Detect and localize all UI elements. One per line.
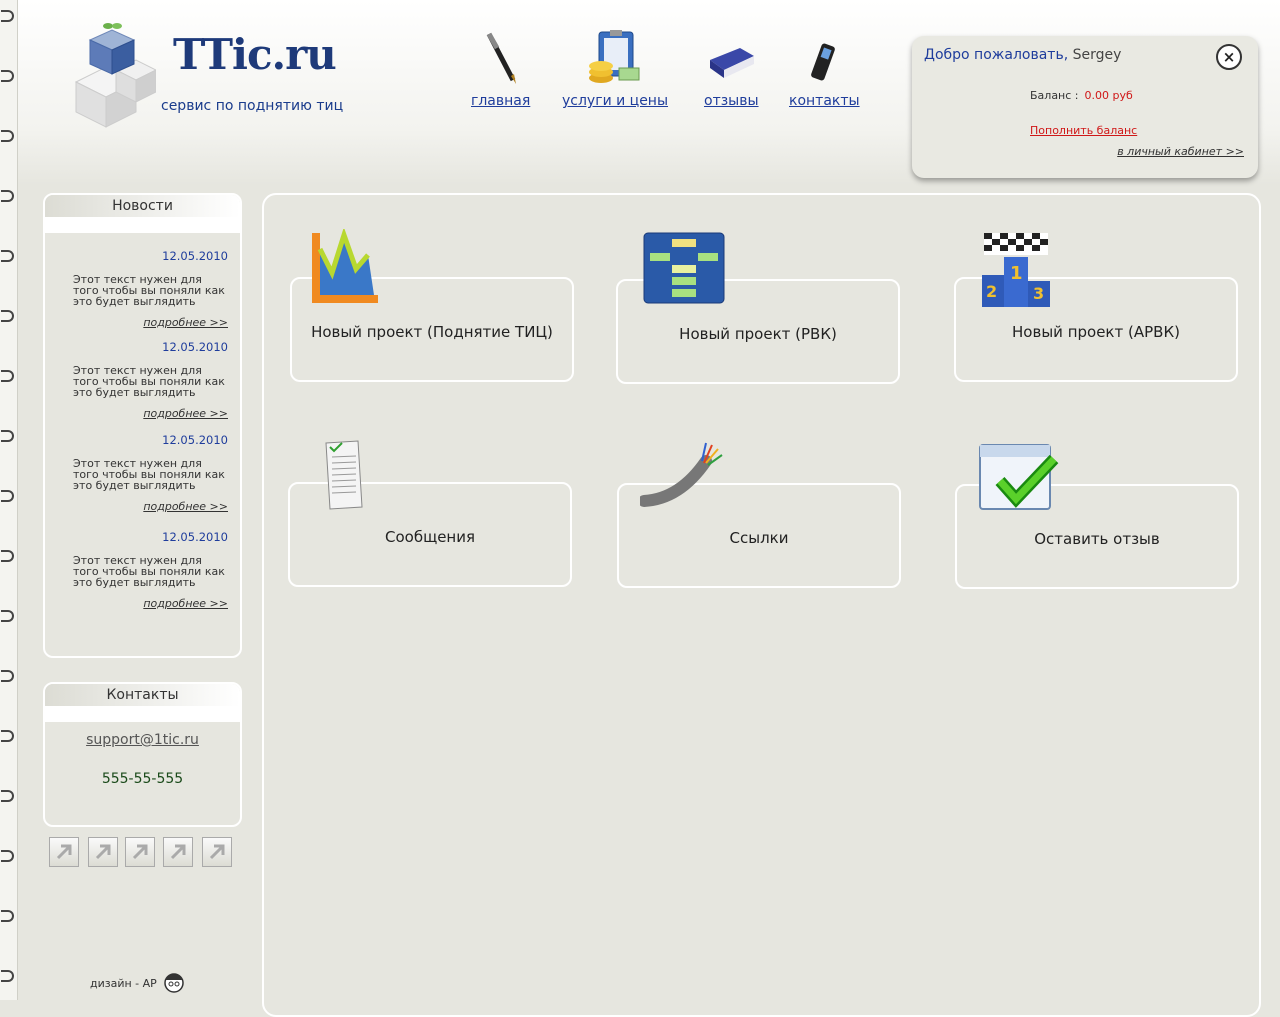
news-item: 12.05.2010 Этот текст нужен для того что…: [73, 530, 228, 610]
nav-home-link[interactable]: главная: [471, 93, 530, 109]
share-arrow-icon[interactable]: [202, 837, 232, 867]
welcome-greeting: Добро пожаловать, Sergey: [924, 47, 1121, 63]
spiral-ring: [1, 10, 14, 22]
card-label: Новый проект (Поднятие ТИЦ): [311, 323, 553, 341]
phone-icon: [811, 43, 836, 81]
nav-contacts-link[interactable]: контакты: [789, 93, 860, 109]
contacts-panel: Контакты support@1tic.ru 555-55-555: [43, 682, 242, 827]
news-date: 12.05.2010: [162, 530, 228, 544]
svg-text:2: 2: [986, 282, 997, 301]
card-label: Новый проект (РВК): [679, 325, 837, 343]
nav-reviews-link[interactable]: отзывы: [704, 93, 759, 109]
spiral-binding: [0, 0, 18, 1000]
card-label: Новый проект (АРВК): [1012, 323, 1180, 341]
structure-icon: [643, 232, 725, 304]
nav-home[interactable]: главная: [471, 30, 530, 109]
svg-text:3: 3: [1033, 284, 1044, 303]
chart-icon: [312, 229, 378, 303]
news-text: Этот текст нужен для того чтобы вы понял…: [73, 554, 225, 589]
nav-contacts[interactable]: контакты: [789, 30, 860, 109]
news-text: Этот текст нужен для того чтобы вы понял…: [73, 273, 225, 308]
personal-cabinet-link[interactable]: в личный кабинет >>: [1117, 145, 1244, 158]
spiral-ring: [1, 70, 14, 82]
designer-face-icon: [164, 973, 184, 993]
spiral-ring: [1, 610, 14, 622]
main-panel: Новый проект (Поднятие ТИЦ) Новый проект…: [262, 193, 1261, 1017]
share-arrow-icon[interactable]: [49, 837, 79, 867]
spiral-ring: [1, 670, 14, 682]
pen-icon: [486, 32, 516, 84]
spiral-ring: [1, 430, 14, 442]
card-label: Сообщения: [384, 528, 475, 546]
nav-services-link[interactable]: услуги и цены: [562, 93, 668, 109]
card-label: Ссылки: [729, 529, 789, 547]
cube-logo-icon: [74, 23, 156, 128]
news-item: 12.05.2010 Этот текст нужен для того что…: [73, 340, 228, 420]
share-arrow-icon[interactable]: [125, 837, 155, 867]
share-arrow-icon[interactable]: [163, 837, 193, 867]
welcome-box: Добро пожаловать, Sergey × Баланс : 0.00 …: [912, 36, 1258, 178]
spiral-ring: [1, 250, 14, 262]
balance-label: Баланс :: [1030, 89, 1079, 102]
topup-balance-link[interactable]: Пополнить баланс: [1030, 124, 1137, 137]
news-title-bar: [45, 217, 240, 233]
checkmark-window-icon: [979, 444, 1059, 510]
book-icon: [710, 48, 755, 78]
news-title: Новости: [45, 195, 240, 217]
share-arrow-icon[interactable]: [88, 837, 118, 867]
svg-text:1: 1: [1010, 263, 1023, 284]
close-icon[interactable]: ×: [1216, 44, 1242, 70]
contacts-title: Контакты: [45, 684, 240, 706]
greeting-text: Добро пожаловать,: [924, 47, 1069, 63]
nav-services[interactable]: услуги и цены: [562, 30, 668, 109]
news-date: 12.05.2010: [162, 433, 228, 447]
balance-line: Баланс : 0.00 руб: [1030, 89, 1133, 102]
spiral-ring: [1, 550, 14, 562]
spiral-ring: [1, 790, 14, 802]
spiral-ring: [1, 850, 14, 862]
news-date: 12.05.2010: [162, 249, 228, 263]
username: Sergey: [1072, 47, 1122, 63]
coins-clipboard-icon: [589, 30, 640, 83]
news-item: 12.05.2010 Этот текст нужен для того что…: [73, 249, 228, 329]
spiral-ring: [1, 970, 14, 982]
news-more-link[interactable]: подробнее >>: [73, 597, 228, 610]
spiral-ring: [1, 310, 14, 322]
support-email-link[interactable]: support@1tic.ru: [45, 732, 240, 748]
spiral-ring: [1, 190, 14, 202]
news-item: 12.05.2010 Этот текст нужен для того что…: [73, 433, 228, 513]
contacts-title-bar: [45, 706, 240, 722]
document-icon: [325, 440, 363, 510]
site-slogan: сервис по поднятию тиц: [161, 98, 344, 114]
podium-icon: 1 2 3: [982, 233, 1050, 307]
card-label: Оставить отзыв: [1034, 530, 1160, 548]
news-panel: Новости 12.05.2010 Этот текст нужен для …: [43, 193, 242, 658]
balance-value: 0.00 руб: [1084, 89, 1133, 102]
news-more-link[interactable]: подробнее >>: [73, 500, 228, 513]
news-more-link[interactable]: подробнее >>: [73, 407, 228, 420]
news-text: Этот текст нужен для того чтобы вы понял…: [73, 364, 225, 399]
nav-reviews[interactable]: отзывы: [704, 30, 759, 109]
contact-phone: 555-55-555: [101, 771, 184, 787]
site-logo-text[interactable]: TTic.ru: [173, 30, 337, 79]
spiral-ring: [1, 490, 14, 502]
design-credit: дизайн - AP: [90, 977, 157, 990]
cable-icon: [640, 442, 723, 507]
news-more-link[interactable]: подробнее >>: [73, 316, 228, 329]
spiral-ring: [1, 370, 14, 382]
spiral-ring: [1, 130, 14, 142]
news-date: 12.05.2010: [162, 340, 228, 354]
news-text: Этот текст нужен для того чтобы вы понял…: [73, 457, 225, 492]
spiral-ring: [1, 730, 14, 742]
spiral-ring: [1, 910, 14, 922]
